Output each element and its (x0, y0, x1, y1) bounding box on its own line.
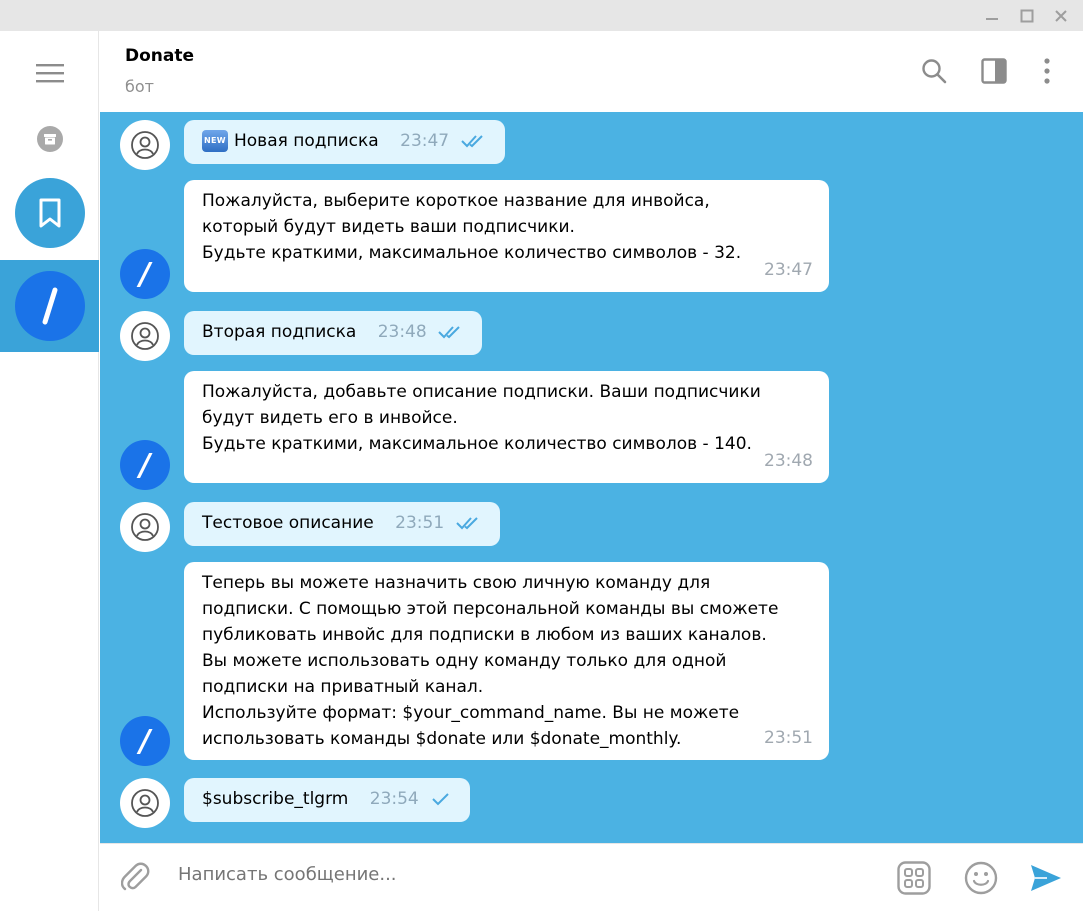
bookmark-icon (39, 198, 60, 228)
user-avatar-icon (131, 513, 159, 541)
search-button[interactable] (918, 55, 950, 87)
user-avatar-icon (131, 131, 159, 159)
message-text: Теперь вы можете назначить свою личную к… (202, 573, 779, 749)
main-menu-button[interactable] (0, 53, 99, 93)
bot-avatar[interactable]: / (120, 249, 170, 299)
single-check-icon (432, 793, 449, 806)
archive-icon (36, 126, 63, 152)
attach-icon (121, 862, 150, 891)
folder-saved[interactable] (0, 175, 99, 251)
sidebar-toggle-icon (981, 58, 1007, 84)
minimize-button[interactable] (978, 4, 1006, 28)
message-input[interactable] (178, 864, 778, 885)
more-vertical-icon (1044, 58, 1050, 84)
message-text: Пожалуйста, добавьте описание подписки. … (202, 382, 761, 454)
folders-sidebar (0, 31, 99, 911)
window-titlebar (0, 0, 1083, 31)
chat-header: Donate бот (100, 31, 1083, 112)
message-text: Тестовое описание (202, 513, 374, 533)
message-outgoing[interactable]: $subscribe_tlgrm 23:54 (184, 778, 471, 822)
send-icon (1031, 865, 1061, 891)
message-outgoing[interactable]: Вторая подписка 23:48 (184, 311, 483, 355)
message-time: 23:48 (764, 451, 813, 471)
close-button[interactable] (1047, 4, 1075, 28)
bot-folder-icon (42, 287, 57, 325)
attach-button[interactable] (116, 858, 156, 898)
message-list[interactable]: NEW Новая подписка 23:47 / Пожалуйста, вы… (100, 112, 1083, 843)
user-avatar-icon (131, 322, 159, 350)
message-time: 23:54 (369, 789, 419, 809)
message-incoming[interactable]: Пожалуйста, добавьте описание подписки. … (184, 371, 829, 483)
chat-title[interactable]: Donate (125, 46, 194, 66)
message-incoming[interactable]: Пожалуйста, выберите короткое название д… (184, 180, 829, 292)
message-time: 23:51 (764, 728, 813, 748)
double-check-icon (438, 326, 460, 339)
folder-bot-active[interactable] (0, 260, 99, 352)
bot-commands-button[interactable] (894, 858, 934, 898)
saved-folder-badge (14, 178, 85, 248)
user-avatar[interactable] (120, 120, 170, 170)
toggle-sidebar-button[interactable] (978, 55, 1010, 87)
message-composer (100, 843, 1083, 911)
double-check-icon (455, 517, 478, 530)
user-avatar[interactable] (120, 778, 170, 828)
message-time: 23:47 (764, 260, 813, 280)
user-avatar[interactable] (120, 502, 170, 552)
archive-button[interactable] (0, 119, 99, 159)
maximize-icon (1020, 9, 1034, 23)
message-time: 23:51 (395, 513, 445, 533)
emoji-icon (964, 861, 998, 895)
bot-avatar[interactable]: / (120, 440, 170, 490)
bot-avatar[interactable]: / (120, 716, 170, 766)
chat-subtitle: бот (125, 77, 154, 96)
more-options-button[interactable] (1031, 55, 1063, 87)
message-incoming[interactable]: Теперь вы можете назначить свою личную к… (184, 562, 829, 760)
search-icon (922, 59, 947, 84)
commands-icon (897, 861, 931, 895)
emoji-button[interactable] (961, 858, 1001, 898)
message-text: Пожалуйста, выберите короткое название д… (202, 191, 742, 263)
maximize-button[interactable] (1013, 4, 1041, 28)
send-button[interactable] (1026, 858, 1066, 898)
message-time: 23:48 (377, 322, 427, 342)
message-time: 23:47 (400, 131, 450, 151)
message-outgoing[interactable]: Тестовое описание 23:51 (184, 502, 500, 546)
message-text: Вторая подписка (202, 322, 357, 342)
bot-folder-badge (14, 271, 85, 341)
minimize-icon (986, 18, 998, 20)
double-check-icon (460, 135, 483, 148)
user-avatar[interactable] (120, 311, 170, 361)
user-avatar-icon (131, 789, 159, 817)
close-icon (1055, 10, 1067, 22)
new-badge-icon: NEW (202, 130, 228, 152)
message-text: Новая подписка (234, 131, 379, 151)
message-outgoing[interactable]: NEW Новая подписка 23:47 (184, 120, 505, 164)
menu-icon (35, 64, 64, 83)
message-text: $subscribe_tlgrm (202, 789, 349, 809)
